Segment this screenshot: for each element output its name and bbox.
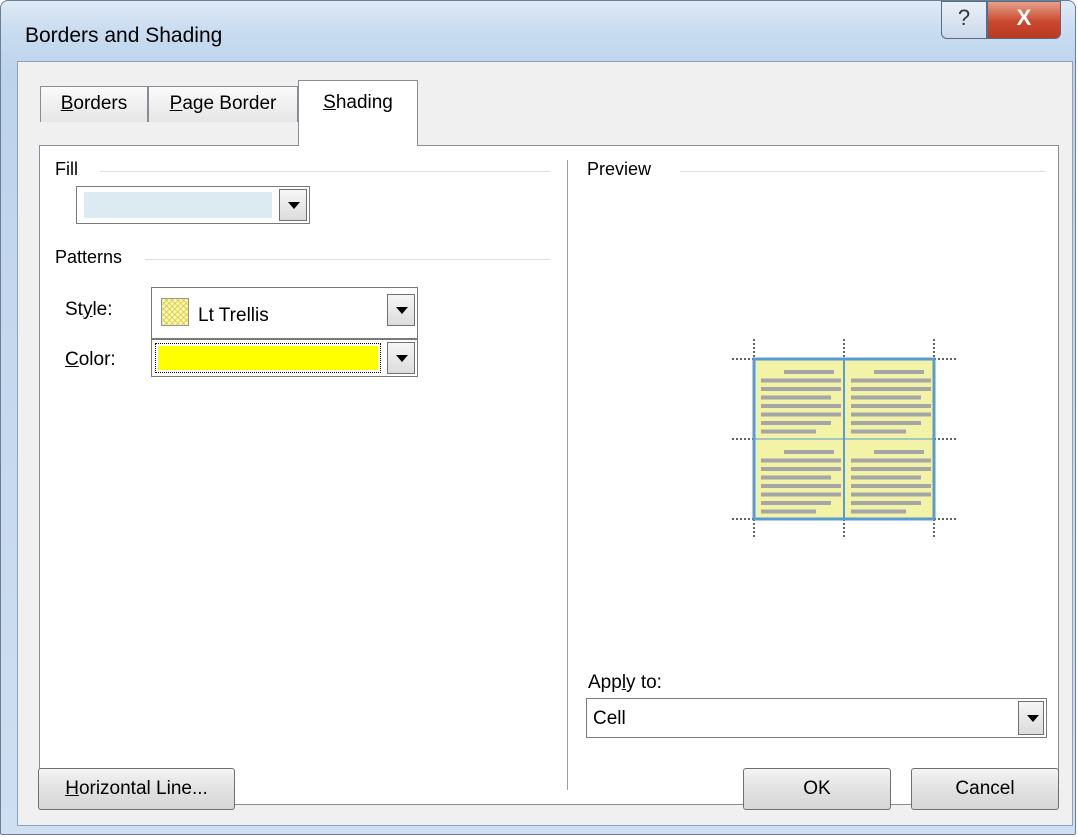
color-label: Color: (65, 349, 116, 370)
preview-text-line (761, 509, 816, 514)
apply-to-dropdown[interactable]: Cell (586, 698, 1047, 738)
preview-text-line (851, 475, 921, 480)
style-dropdown[interactable]: Lt Trellis (151, 287, 418, 339)
pattern-color-dropdown[interactable] (151, 339, 418, 377)
chevron-down-icon[interactable] (279, 189, 307, 221)
apply-to-label: Apply to: (588, 672, 662, 693)
chevron-down-icon[interactable] (1018, 701, 1044, 735)
preview-text-line (761, 387, 841, 391)
dialog-client-area: Borders Page Border Shading Fill Pattern… (17, 61, 1073, 826)
preview-text-line (851, 492, 931, 497)
cancel-button[interactable]: Cancel (911, 768, 1059, 810)
preview-group-line (680, 171, 1045, 172)
preview-text-line (851, 458, 931, 463)
preview-text-line (784, 450, 834, 454)
shading-tab-panel: Fill Patterns Style: Lt Trellis Color: P… (39, 145, 1059, 805)
preview-text-line (851, 484, 931, 488)
preview-text-line (761, 421, 831, 425)
preview-text-line (851, 467, 931, 471)
preview-text-line (851, 395, 921, 400)
preview-text-line (761, 429, 816, 434)
style-label: Style: (65, 299, 113, 320)
preview-text-line (761, 484, 841, 488)
panel-divider (567, 160, 568, 790)
tab-page-border[interactable]: Page Border (148, 86, 298, 122)
help-icon: ? (957, 5, 971, 30)
style-value: Lt Trellis (198, 305, 269, 326)
preview-text-line (851, 421, 921, 425)
preview-text-line (761, 492, 841, 497)
close-icon: X (1016, 5, 1032, 30)
ok-button[interactable]: OK (743, 768, 891, 810)
preview-text-line (761, 412, 841, 417)
preview-text-line (851, 387, 931, 391)
chevron-down-icon[interactable] (387, 294, 415, 326)
pattern-color-swatch (158, 346, 378, 370)
patterns-group-label: Patterns (55, 247, 131, 268)
preview-text-line (851, 429, 906, 434)
preview-text-line (761, 395, 831, 400)
horizontal-line-button[interactable]: Horizontal Line... (38, 768, 235, 810)
apply-to-value: Cell (593, 708, 626, 729)
preview-diagram (732, 339, 956, 539)
preview-text-line (874, 370, 924, 374)
chevron-down-icon[interactable] (387, 342, 415, 374)
preview-text-line (851, 404, 931, 408)
preview-text-line (761, 501, 831, 505)
preview-text-line (784, 370, 834, 374)
dialog-title: Borders and Shading (25, 24, 223, 47)
preview-text-line (761, 467, 841, 471)
preview-text-line (761, 378, 841, 383)
preview-text-line (851, 501, 921, 505)
preview-text-line (874, 450, 924, 454)
preview-text-line (761, 475, 831, 480)
fill-color-dropdown[interactable] (76, 186, 310, 224)
tab-shading[interactable]: Shading (298, 80, 418, 146)
preview-group-label: Preview (587, 159, 660, 180)
fill-group-label: Fill (55, 159, 86, 180)
preview-text-line (761, 458, 841, 463)
patterns-group-line (145, 259, 550, 260)
preview-text-line (851, 509, 906, 514)
close-button[interactable]: X (987, 1, 1061, 39)
help-button[interactable]: ? (941, 1, 987, 39)
pattern-swatch-icon (161, 298, 189, 326)
preview-text-line (761, 404, 841, 408)
preview-text-line (851, 412, 931, 417)
fill-color-swatch (84, 192, 272, 218)
dialog-window: Borders and Shading ? X Borders Page Bor… (0, 0, 1076, 835)
tab-borders[interactable]: Borders (40, 86, 148, 122)
preview-text-line (851, 378, 931, 383)
fill-group-line (100, 171, 550, 172)
